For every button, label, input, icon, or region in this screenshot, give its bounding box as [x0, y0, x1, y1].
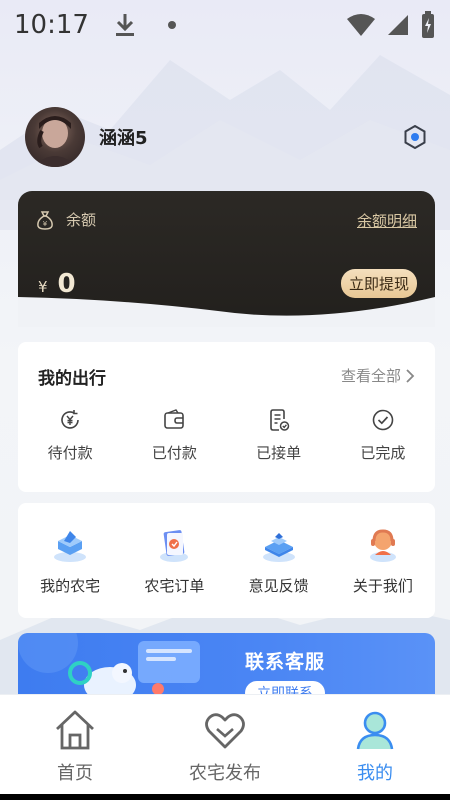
- service-label: 我的农宅: [40, 577, 101, 595]
- system-nav-bar: [0, 794, 450, 800]
- order-3d-icon: [160, 530, 189, 562]
- balance-card: ¥ 余额 余额明细 ¥ 0 立即提现: [18, 191, 435, 327]
- profile-header: 涵涵5: [25, 107, 435, 167]
- clipboard-check-icon: [269, 409, 289, 431]
- customer-service-banner[interactable]: 联系客服 立即联系: [18, 633, 435, 703]
- banner-title: 联系客服: [245, 651, 326, 673]
- download-icon: [115, 14, 134, 36]
- status-time: 10:17: [14, 10, 89, 40]
- trip-accepted[interactable]: 已接单: [227, 408, 331, 463]
- wallet-icon: [164, 409, 185, 429]
- chevron-right-icon: [406, 368, 415, 383]
- service-label: 意见反馈: [248, 577, 309, 595]
- house-3d-icon: [54, 531, 87, 562]
- signal-icon: [388, 15, 408, 35]
- user-icon: [356, 711, 394, 750]
- avatar[interactable]: [25, 107, 85, 167]
- tab-home[interactable]: 首页: [0, 695, 150, 794]
- withdraw-button[interactable]: 立即提现: [340, 269, 417, 298]
- balance-amount: 0: [57, 269, 76, 299]
- about-3d-icon: [369, 529, 396, 562]
- battery-icon: [422, 11, 434, 38]
- service-label: 关于我们: [352, 577, 413, 595]
- trip-label: 待付款: [47, 444, 93, 462]
- service-feedback[interactable]: 意见反馈: [227, 527, 331, 596]
- service-my-farmhouse[interactable]: 我的农宅: [18, 527, 122, 596]
- check-circle-icon: [372, 409, 394, 431]
- username: 涵涵5: [99, 128, 148, 149]
- feedback-3d-icon: [262, 533, 295, 562]
- view-all-label: 查看全部: [340, 367, 401, 385]
- trip-label: 已付款: [151, 444, 197, 462]
- settings-icon[interactable]: [403, 125, 427, 149]
- service-about-us[interactable]: 关于我们: [331, 527, 435, 596]
- tab-mine[interactable]: 我的: [300, 695, 450, 794]
- services-card: 我的农宅 农宅订单 意见反馈 关于我们: [18, 503, 435, 618]
- currency-symbol: ¥: [38, 278, 48, 296]
- heart-publish-icon: [205, 713, 245, 749]
- trip-label: 已完成: [360, 444, 406, 462]
- wifi-icon: [347, 14, 375, 36]
- balance-label: 余额: [66, 211, 97, 229]
- money-bag-icon: ¥: [37, 210, 53, 230]
- service-farmhouse-orders[interactable]: 农宅订单: [122, 527, 226, 596]
- view-all-link[interactable]: 查看全部: [341, 365, 415, 386]
- trip-completed[interactable]: 已完成: [331, 408, 435, 463]
- home-icon: [56, 710, 94, 750]
- bottom-tab-bar: 首页 农宅发布 我的: [0, 694, 450, 794]
- balance-detail-link[interactable]: 余额明细: [357, 210, 417, 231]
- svg-text:¥: ¥: [43, 220, 48, 228]
- tab-publish[interactable]: 农宅发布: [150, 695, 300, 794]
- customer-service-illustration: [18, 633, 200, 703]
- notification-dot-icon: [167, 21, 176, 29]
- tab-label: 农宅发布: [189, 763, 261, 784]
- card-wave-decoration: [18, 297, 435, 327]
- status-bar: 10:17: [0, 0, 450, 50]
- my-trips-card: 我的出行 查看全部 待付款 已付款 已接单 已完成: [18, 342, 435, 492]
- trip-label: 已接单: [256, 444, 302, 462]
- yuan-refresh-icon: [61, 410, 79, 429]
- trip-pending-payment[interactable]: 待付款: [18, 408, 122, 463]
- tab-label: 我的: [357, 763, 393, 784]
- trip-paid[interactable]: 已付款: [122, 408, 226, 463]
- tab-label: 首页: [57, 763, 93, 784]
- service-label: 农宅订单: [144, 577, 205, 595]
- trips-title: 我的出行: [38, 369, 106, 389]
